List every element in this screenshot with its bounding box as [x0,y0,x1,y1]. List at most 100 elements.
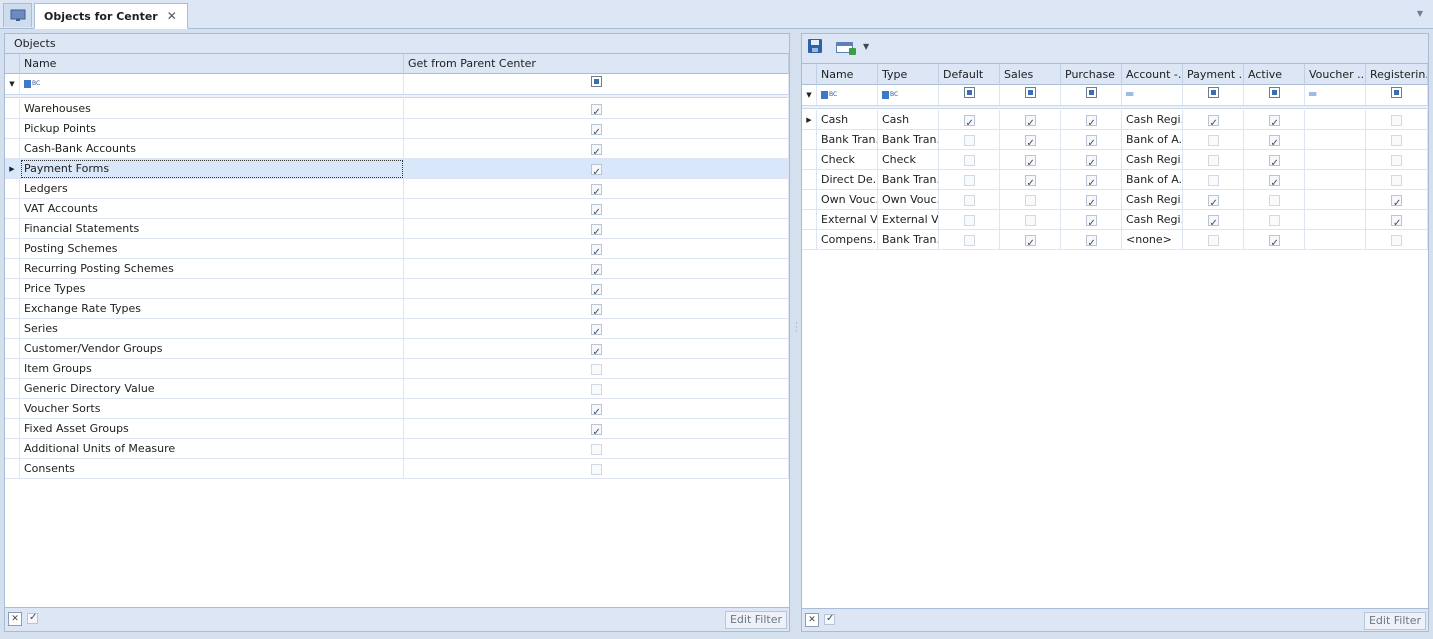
table-row[interactable]: ▶ Payment Forms [5,159,789,179]
sales-cell[interactable] [1000,210,1061,230]
voucher-cell[interactable] [1305,230,1366,250]
table-row[interactable]: Financial Statements [5,219,789,239]
sales-checkbox[interactable] [1024,214,1036,226]
table-row[interactable]: Voucher Sorts [5,399,789,419]
object-name-cell[interactable]: Cash-Bank Accounts [20,139,404,159]
filter-cell-registering[interactable] [1366,85,1428,105]
registering-cell[interactable] [1366,190,1428,210]
column-header-purchase[interactable]: Purchase [1061,64,1122,85]
table-row[interactable]: Consents [5,459,789,479]
purchase-checkbox[interactable] [1085,234,1097,250]
account-cell[interactable]: Bank of A... [1122,130,1183,150]
get-from-parent-cell[interactable] [404,259,789,279]
active-checkbox[interactable] [1268,174,1280,190]
default-cell[interactable] [939,230,1000,250]
active-checkbox[interactable] [1268,114,1280,130]
chevron-down-icon[interactable]: ▼ [863,42,869,51]
object-name-cell[interactable]: Customer/Vendor Groups [20,339,404,359]
type-cell[interactable]: Check [878,150,939,170]
payment-checkbox[interactable] [1207,114,1219,130]
purchase-cell[interactable] [1061,170,1122,190]
registering-cell[interactable] [1366,130,1428,150]
get-from-parent-cell[interactable] [404,159,789,179]
get-from-parent-checkbox[interactable] [590,343,602,359]
purchase-cell[interactable] [1061,130,1122,150]
sales-checkbox[interactable] [1024,114,1036,130]
table-row[interactable]: Ledgers [5,179,789,199]
get-from-parent-checkbox[interactable] [590,303,602,319]
get-from-parent-checkbox[interactable] [590,203,602,219]
filter-cell-type[interactable]: BC [878,85,939,105]
active-checkbox[interactable] [1268,214,1280,226]
sales-cell[interactable] [1000,150,1061,170]
type-cell[interactable]: Cash [878,110,939,130]
get-from-parent-cell[interactable] [404,139,789,159]
table-row[interactable]: Pickup Points [5,119,789,139]
table-row[interactable]: Price Types [5,279,789,299]
get-from-parent-cell[interactable] [404,279,789,299]
type-cell[interactable]: Bank Tran... [878,130,939,150]
get-from-parent-cell[interactable] [404,319,789,339]
voucher-cell[interactable] [1305,110,1366,130]
object-name-cell[interactable]: Series [20,319,404,339]
registering-cell[interactable] [1366,170,1428,190]
sales-checkbox[interactable] [1024,194,1036,206]
default-checkbox[interactable] [963,214,975,226]
object-name-cell[interactable]: Recurring Posting Schemes [20,259,404,279]
filter-checkbox[interactable] [590,76,602,87]
object-name-cell[interactable]: Additional Units of Measure [20,439,404,459]
active-checkbox[interactable] [1268,134,1280,150]
get-from-parent-cell[interactable] [404,119,789,139]
tab-objects-for-center[interactable]: Objects for Center ✕ [34,3,188,29]
purchase-cell[interactable] [1061,110,1122,130]
active-checkbox[interactable] [1268,234,1280,250]
object-name-cell[interactable]: Posting Schemes [20,239,404,259]
get-from-parent-cell[interactable] [404,419,789,439]
active-cell[interactable] [1244,210,1305,230]
object-name-cell[interactable]: Payment Forms [20,159,404,179]
payment-cell[interactable] [1183,230,1244,250]
active-cell[interactable] [1244,150,1305,170]
sales-checkbox[interactable] [1024,234,1036,250]
get-from-parent-checkbox[interactable] [590,423,602,439]
type-cell[interactable]: Own Vouc... [878,190,939,210]
column-header-sales[interactable]: Sales [1000,64,1061,85]
table-row[interactable]: Direct De...Bank Tran... Bank of A... [802,170,1428,190]
table-row[interactable]: Exchange Rate Types [5,299,789,319]
payment-cell[interactable] [1183,110,1244,130]
sales-checkbox[interactable] [1024,174,1036,190]
account-cell[interactable]: Cash Regi... [1122,110,1183,130]
get-from-parent-checkbox[interactable] [590,363,602,375]
column-header-active[interactable]: Active [1244,64,1305,85]
voucher-cell[interactable] [1305,170,1366,190]
table-row[interactable]: Own Vouc...Own Vouc... Cash Regi... [802,190,1428,210]
get-from-parent-cell[interactable] [404,199,789,219]
voucher-cell[interactable] [1305,210,1366,230]
sales-cell[interactable] [1000,110,1061,130]
filter-checkbox[interactable] [963,87,975,98]
table-row[interactable]: ▶CashCashCash Regi... [802,110,1428,130]
payment-checkbox[interactable] [1207,214,1219,230]
default-cell[interactable] [939,190,1000,210]
filter-cell-account[interactable]: ═ [1122,85,1183,105]
get-from-parent-checkbox[interactable] [590,383,602,395]
registering-cell[interactable] [1366,150,1428,170]
get-from-parent-checkbox[interactable] [590,403,602,419]
get-from-parent-cell[interactable] [404,299,789,319]
table-row[interactable]: Warehouses [5,99,789,119]
default-cell[interactable] [939,110,1000,130]
filter-checkbox[interactable] [1024,87,1036,98]
default-checkbox[interactable] [963,174,975,186]
voucher-cell[interactable] [1305,190,1366,210]
account-cell[interactable]: Bank of A... [1122,170,1183,190]
active-cell[interactable] [1244,130,1305,150]
clear-filter-button[interactable]: ✕ [8,612,22,626]
payment-cell[interactable] [1183,170,1244,190]
table-row[interactable]: Additional Units of Measure [5,439,789,459]
filter-name-cell[interactable]: BC [20,74,404,94]
object-name-cell[interactable]: Consents [20,459,404,479]
payment-cell[interactable] [1183,210,1244,230]
voucher-cell[interactable] [1305,130,1366,150]
table-row[interactable]: CheckCheck Cash Regi... [802,150,1428,170]
get-from-parent-checkbox[interactable] [590,283,602,299]
